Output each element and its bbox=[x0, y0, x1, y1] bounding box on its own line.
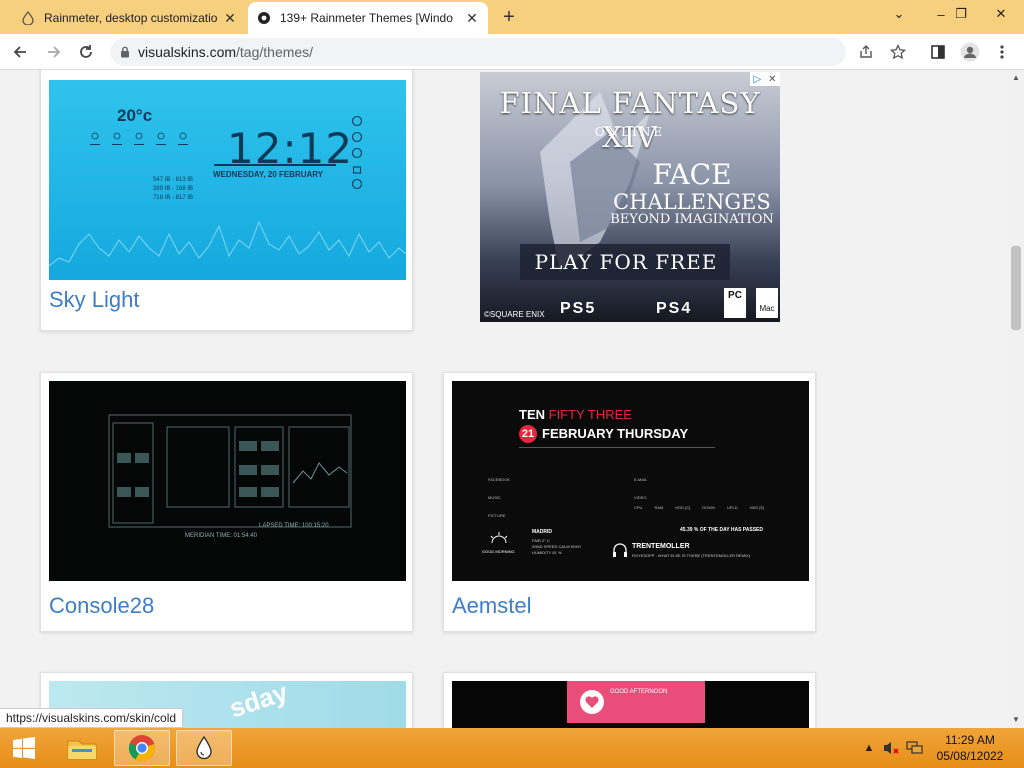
skin-card[interactable]: TEN FIFTY THREE 21 FEBRUARY THURSDAY FAC… bbox=[443, 372, 816, 632]
url-path: /tag/themes/ bbox=[236, 44, 314, 60]
aemstel-song: ROYKSOPP - WHAT ELSE IS THERE (TRENTEMOL… bbox=[632, 553, 751, 558]
tab-title: Rainmeter, desktop customizatio bbox=[44, 11, 218, 25]
skin-thumbnail[interactable]: TEN FIFTY THREE 21 FEBRUARY THURSDAY FAC… bbox=[452, 381, 809, 581]
elapsed-time: LAPSED TIME: 100:15:20 bbox=[259, 523, 329, 529]
skin-thumbnail[interactable]: GOOD AFTERNOON bbox=[452, 681, 809, 728]
skin-name[interactable]: Console28 bbox=[49, 593, 154, 619]
aemstel-right-items: E-MAIL VIDEO bbox=[634, 477, 648, 500]
reload-icon[interactable] bbox=[74, 40, 98, 64]
aemstel-weather: FAIR 2° C WIND SPEED CALM KM/H HUMIDITY … bbox=[532, 538, 581, 555]
back-arrow-icon[interactable] bbox=[8, 40, 32, 64]
aemstel-greeting: GOOD MORNING bbox=[482, 549, 515, 554]
system-clock[interactable]: 11:29 AM 05/08/12022 bbox=[920, 732, 1020, 764]
partial-thumb-text: sday bbox=[225, 681, 292, 724]
side-panel-icon[interactable] bbox=[926, 40, 950, 64]
heart-icon bbox=[580, 690, 604, 714]
usage-graph bbox=[49, 220, 406, 267]
ad-pc-badge: PC bbox=[724, 288, 746, 318]
scroll-up-arrow-icon[interactable]: ▲ bbox=[1008, 70, 1024, 84]
close-icon[interactable]: ✕ bbox=[222, 10, 238, 26]
ad-subtitle: ONLINE bbox=[594, 125, 666, 139]
scrollbar-thumb[interactable] bbox=[1011, 246, 1021, 330]
maximize-button[interactable]: ❐ bbox=[944, 0, 978, 28]
skin-card[interactable]: GOOD AFTERNOON bbox=[443, 672, 816, 728]
divider bbox=[519, 447, 715, 448]
skin-card[interactable]: LAPSED TIME: 100:15:20 MERIDIAN TIME: 01… bbox=[40, 372, 413, 632]
rainmeter-taskbar-icon[interactable] bbox=[176, 730, 232, 766]
skin-card[interactable]: 20°c 12:12 WEDNESDAY, 20 FEBRUARY 547 IB… bbox=[40, 70, 413, 331]
rainmeter-drop-icon bbox=[20, 10, 36, 26]
forward-arrow-icon[interactable] bbox=[42, 40, 66, 64]
headphones-icon bbox=[613, 543, 627, 557]
browser-toolbar: visualskins.com/tag/themes/ bbox=[0, 34, 1024, 70]
aemstel-artist: TRENTEMOLLER bbox=[632, 543, 690, 550]
skin-thumbnail[interactable]: LAPSED TIME: 100:15:20 MERIDIAN TIME: 01… bbox=[49, 381, 406, 581]
partial-greeting: GOOD AFTERNOON bbox=[610, 689, 668, 695]
weather-temp: 20°c bbox=[117, 106, 153, 125]
vertical-scrollbar[interactable]: ▲ ▼ bbox=[1008, 70, 1024, 728]
skin-thumbnail[interactable]: 20°c 12:12 WEDNESDAY, 20 FEBRUARY 547 IB… bbox=[49, 80, 406, 280]
ad-title: FINAL FANTASY XIV bbox=[499, 86, 761, 154]
meridian-time: MERIDIAN TIME: 01:54:40 bbox=[185, 533, 257, 539]
power-icons bbox=[351, 115, 363, 190]
visualskins-icon bbox=[256, 10, 272, 26]
sun-icon bbox=[490, 532, 508, 544]
new-tab-button[interactable]: + bbox=[498, 6, 520, 28]
volume-muted-icon[interactable] bbox=[882, 740, 900, 756]
tab-search-icon[interactable]: ⌄ bbox=[882, 0, 916, 28]
ad-platform-ps5: PS5 bbox=[560, 300, 597, 317]
tab-title: 139+ Rainmeter Themes [Windo bbox=[280, 11, 453, 25]
aemstel-city: MADRID bbox=[532, 529, 552, 535]
skin-name[interactable]: Sky Light bbox=[49, 287, 140, 313]
ad-tagline-3: BEYOND IMAGINATION bbox=[610, 212, 774, 227]
skin-name[interactable]: Aemstel bbox=[452, 593, 531, 619]
profile-avatar-icon[interactable] bbox=[958, 40, 982, 64]
taskbar: ▲ 11:29 AM 05/08/12022 bbox=[0, 728, 1024, 768]
chrome-taskbar-icon[interactable] bbox=[114, 730, 170, 766]
scroll-down-arrow-icon[interactable]: ▼ bbox=[1008, 712, 1024, 726]
lock-icon[interactable] bbox=[120, 46, 130, 58]
ad-tagline-1: FACE bbox=[652, 158, 732, 191]
ad-tagline-2: CHALLENGES bbox=[613, 190, 771, 214]
address-bar[interactable]: visualskins.com/tag/themes/ bbox=[110, 38, 906, 66]
aemstel-date: FEBRUARY THURSDAY bbox=[542, 426, 689, 441]
page-viewport: 20°c 12:12 WEDNESDAY, 20 FEBRUARY 547 IB… bbox=[0, 70, 1008, 728]
ad-copyright: ©SQUARE ENIX bbox=[484, 310, 545, 319]
aemstel-day-passed: 45.39 % OF THE DAY HAS PASSED bbox=[680, 527, 763, 533]
url-host: visualskins.com bbox=[138, 44, 237, 60]
link-status-bubble: https://visualskins.com/skin/cold bbox=[0, 708, 184, 728]
close-icon[interactable]: ✕ bbox=[464, 10, 480, 26]
adchoices-icon[interactable]: ▷ ✕ bbox=[750, 72, 780, 86]
clock-time: 11:29 AM bbox=[945, 733, 995, 747]
menu-kebab-icon[interactable] bbox=[990, 40, 1014, 64]
aemstel-cpu-labels: CPU RAM HDD [C] DOWN UPLD HDD [E] bbox=[634, 505, 765, 510]
aemstel-day-badge: 21 bbox=[519, 425, 537, 443]
tab-visualskins[interactable]: 139+ Rainmeter Themes [Windo ✕ bbox=[248, 2, 488, 34]
share-icon[interactable] bbox=[854, 40, 878, 64]
close-window-button[interactable]: ✕ bbox=[984, 0, 1018, 28]
clock-date: 05/08/12022 bbox=[936, 749, 1004, 763]
ad-platform-ps4: PS4 bbox=[656, 300, 693, 317]
windows-start-icon[interactable] bbox=[0, 730, 48, 766]
clock-date: WEDNESDAY, 20 FEBRUARY bbox=[213, 170, 324, 179]
ad-cta-button[interactable]: PLAY FOR FREE bbox=[526, 250, 726, 274]
advertisement[interactable]: FINAL FANTASY XIV ONLINE FACE CHALLENGES… bbox=[480, 72, 780, 322]
aemstel-left-items: FACEBOOK MUSIC PICTURE bbox=[488, 477, 511, 518]
tab-rainmeter[interactable]: Rainmeter, desktop customizatio ✕ bbox=[12, 2, 246, 34]
tab-strip: Rainmeter, desktop customizatio ✕ 139+ R… bbox=[0, 0, 1024, 34]
bookmark-star-icon[interactable] bbox=[886, 40, 910, 64]
file-explorer-icon[interactable] bbox=[54, 730, 110, 766]
forecast-icons bbox=[90, 132, 188, 145]
divider bbox=[214, 164, 336, 166]
ad-mac-badge: Mac bbox=[756, 288, 778, 318]
aemstel-hour: TEN FIFTY THREE bbox=[519, 407, 632, 422]
show-hidden-icons-chevron-icon[interactable]: ▲ bbox=[860, 740, 878, 756]
